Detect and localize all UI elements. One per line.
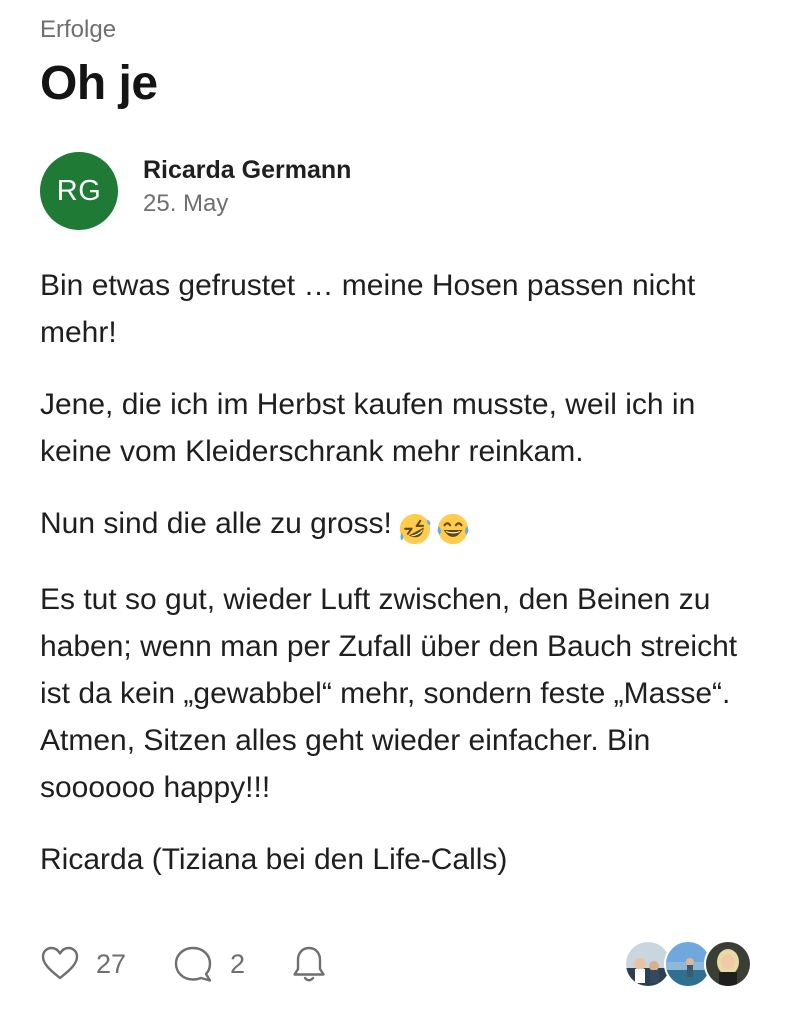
post-paragraph: Bin etwas gefrustet … meine Hosen passen…: [40, 269, 696, 349]
comment-count: 2: [230, 948, 246, 979]
post-paragraph: Nun sind die alle zu gross!: [40, 500, 760, 551]
comment-icon: [174, 946, 212, 982]
rolling-on-floor-laughing-emoji: [399, 513, 431, 545]
comment-button[interactable]: 2: [172, 944, 245, 984]
like-button[interactable]: 27: [40, 944, 126, 984]
post-category[interactable]: Erfolge: [40, 16, 116, 44]
like-count: 27: [96, 948, 127, 979]
tears-of-joy-emoji: [437, 513, 469, 545]
bell-icon: [293, 946, 325, 982]
post-body: Bin etwas gefrustet … meine Hosen passen…: [40, 262, 760, 908]
participant-avatars[interactable]: [624, 940, 752, 988]
author-name[interactable]: Ricarda Germann: [143, 154, 351, 186]
author-initials: RG: [56, 174, 102, 207]
post-title: Oh je: [40, 57, 158, 110]
post-paragraph: Jene, die ich im Herbst kaufen musste, w…: [40, 388, 696, 468]
post-date: 25. May: [143, 190, 229, 217]
post-actions: 27 2: [40, 940, 752, 988]
heart-icon: [41, 946, 79, 980]
emoji-group: [398, 504, 474, 551]
participant-avatar: [704, 940, 752, 988]
author-avatar[interactable]: RG: [40, 152, 118, 230]
post-signature: Ricarda (Tiziana bei den Life-Calls): [40, 843, 508, 876]
post-paragraph-text: Nun sind die alle zu gross!: [40, 507, 392, 540]
author-meta: Ricarda Germann 25. May: [143, 152, 351, 221]
follow-button[interactable]: [291, 944, 327, 984]
post-paragraph: Es tut so gut, wieder Luft zwischen, den…: [40, 583, 738, 804]
author-row: RG Ricarda Germann 25. May: [40, 152, 351, 230]
